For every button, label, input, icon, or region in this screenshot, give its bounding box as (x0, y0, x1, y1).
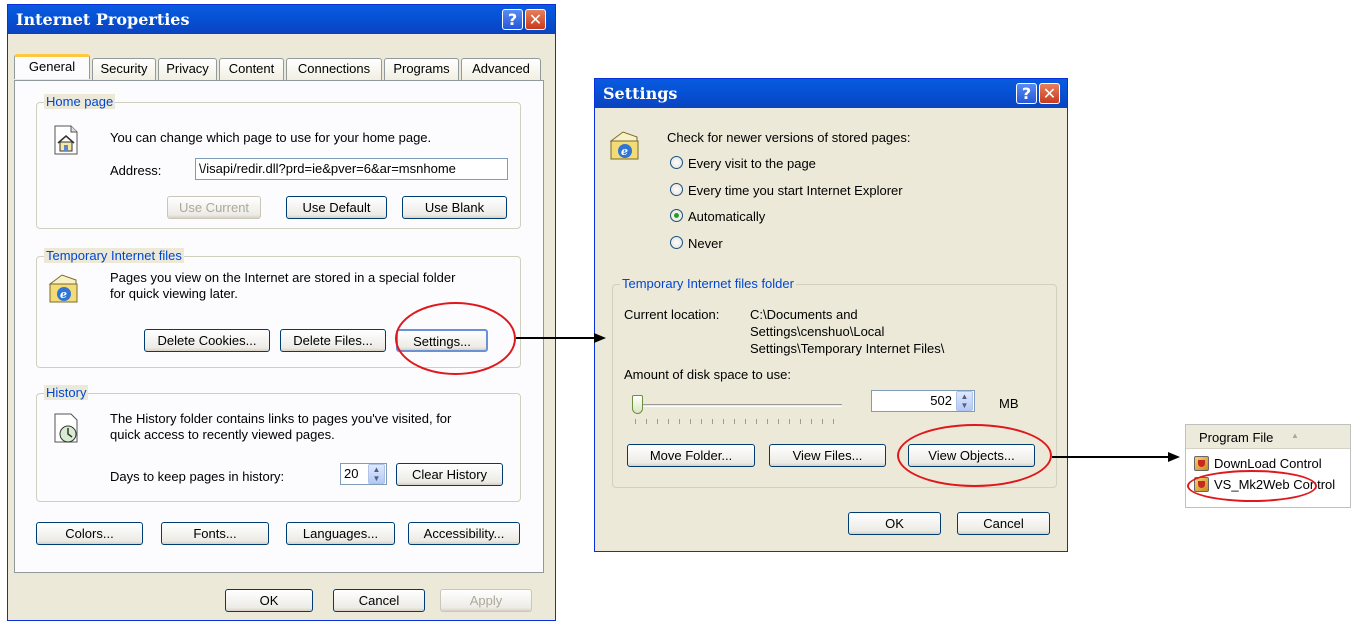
temp-folder-label: Temporary Internet files folder (620, 276, 796, 291)
help-icon[interactable]: ? (502, 9, 523, 30)
radio-every-start[interactable] (670, 183, 683, 196)
history-description-2: quick access to recently viewed pages. (110, 427, 335, 442)
settings-close-icon[interactable]: ✕ (1039, 83, 1060, 104)
location-line-2: Settings\censhuo\Local (750, 324, 885, 339)
use-current-button[interactable]: Use Current (167, 196, 261, 219)
ie-folder-icon: e (48, 272, 80, 304)
history-label: History (44, 385, 89, 400)
list-item-label: DownLoad Control (1214, 456, 1322, 471)
option-never: Never (688, 236, 723, 251)
radio-every-visit[interactable] (670, 156, 683, 169)
disk-space-unit: MB (999, 396, 1019, 411)
window-title: Internet Properties (16, 10, 190, 29)
tab-security[interactable]: Security (92, 58, 156, 80)
disk-space-spinner[interactable]: ▲ ▼ (956, 391, 973, 411)
activex-control-icon (1194, 456, 1209, 471)
apply-button[interactable]: Apply (440, 589, 532, 612)
disk-space-slider-thumb[interactable] (632, 395, 643, 414)
disk-space-slider-track[interactable] (632, 404, 842, 407)
settings-title: Settings (603, 84, 678, 103)
arrow-to-settings-head (594, 333, 606, 343)
delete-cookies-button[interactable]: Delete Cookies... (144, 329, 270, 352)
settings-ie-icon: e (609, 129, 641, 161)
temp-files-description-1: Pages you view on the Internet are store… (110, 270, 456, 285)
use-blank-button[interactable]: Use Blank (402, 196, 507, 219)
languages-button[interactable]: Languages... (286, 522, 395, 545)
sort-ascending-icon: ▲ (1291, 431, 1299, 440)
tab-privacy[interactable]: Privacy (158, 58, 217, 80)
arrow-to-program-files-head (1168, 452, 1180, 462)
option-every-start: Every time you start Internet Explorer (688, 183, 903, 198)
view-files-button[interactable]: View Files... (769, 444, 886, 467)
vs-mk2web-highlight (1187, 470, 1317, 502)
settings-title-bar[interactable]: Settings ? ✕ (595, 79, 1067, 108)
home-page-label: Home page (44, 94, 116, 109)
svg-text:e: e (60, 288, 67, 301)
temp-files-label: Temporary Internet files (44, 248, 184, 263)
slider-ticks (635, 419, 843, 424)
home-page-icon (50, 124, 82, 156)
history-group: History The History folder contains link… (36, 385, 521, 502)
home-page-description: You can change which page to use for you… (110, 130, 432, 145)
move-folder-button[interactable]: Move Folder... (627, 444, 755, 467)
tab-advanced[interactable]: Advanced (461, 58, 541, 80)
settings-help-icon[interactable]: ? (1016, 83, 1037, 104)
use-default-button[interactable]: Use Default (286, 196, 387, 219)
option-every-visit: Every visit to the page (688, 156, 816, 171)
settings-ok-button[interactable]: OK (848, 512, 941, 535)
tab-connections[interactable]: Connections (286, 58, 382, 80)
cancel-button[interactable]: Cancel (333, 589, 425, 612)
days-spinner[interactable]: ▲ ▼ (368, 464, 385, 484)
address-label: Address: (110, 163, 162, 178)
accessibility-button[interactable]: Accessibility... (408, 522, 520, 545)
settings-cancel-button[interactable]: Cancel (957, 512, 1050, 535)
address-input[interactable]: \/isapi/redir.dll?prd=ie&pver=6&ar=msnho… (195, 158, 508, 180)
colors-button[interactable]: Colors... (36, 522, 143, 545)
history-icon (50, 412, 82, 444)
delete-files-button[interactable]: Delete Files... (280, 329, 386, 352)
disk-space-value: 502 (930, 393, 952, 408)
tab-content[interactable]: Content (219, 58, 284, 80)
clear-history-button[interactable]: Clear History (396, 463, 503, 486)
temp-files-description-2: for quick viewing later. (110, 286, 238, 301)
arrow-to-settings-line (516, 337, 596, 339)
tab-programs[interactable]: Programs (384, 58, 459, 80)
title-bar[interactable]: Internet Properties ? ✕ (8, 5, 555, 34)
radio-never[interactable] (670, 236, 683, 249)
settings-button-highlight (395, 302, 516, 375)
ok-button[interactable]: OK (225, 589, 313, 612)
check-label: Check for newer versions of stored pages… (667, 130, 911, 145)
fonts-button[interactable]: Fonts... (161, 522, 269, 545)
home-page-group: Home page You can change which page to u… (36, 94, 521, 229)
location-line-3: Settings\Temporary Internet Files\ (750, 341, 945, 356)
program-file-column-header[interactable]: Program File ▲ (1186, 425, 1350, 449)
option-automatically: Automatically (688, 209, 766, 224)
close-icon[interactable]: ✕ (525, 9, 546, 30)
location-line-1: C:\Documents and (750, 307, 858, 322)
current-location-label: Current location: (624, 307, 720, 322)
tab-general[interactable]: General (14, 54, 90, 79)
arrow-to-program-files-line (1052, 456, 1170, 458)
view-objects-highlight (897, 424, 1052, 487)
radio-automatically[interactable] (670, 209, 683, 222)
program-file-header-label: Program File (1199, 430, 1274, 445)
history-description-1: The History folder contains links to pag… (110, 411, 452, 426)
days-label: Days to keep pages in history: (110, 469, 285, 484)
disk-space-label: Amount of disk space to use: (624, 367, 791, 382)
svg-text:e: e (621, 145, 628, 158)
